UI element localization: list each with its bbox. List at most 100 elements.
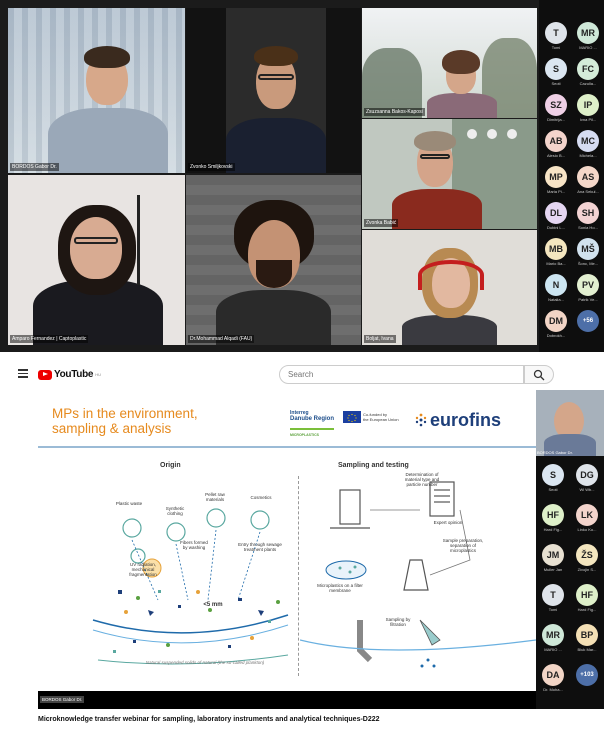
participant-item[interactable]: IP Ivna Pil... [572, 94, 604, 128]
danube-logo: Interreg Danube Region MICROPLASTICS [290, 410, 335, 437]
bottom-speaker-label: BORDOS Gabor Dr. [40, 696, 85, 703]
participant-item[interactable]: JM Muller Jan [537, 544, 569, 578]
video-tile[interactable]: Boljat, Ivana [362, 230, 537, 345]
participant-item[interactable]: +56 [572, 310, 604, 344]
video-tile[interactable]: Zvonko Smiljkovski [186, 8, 361, 173]
participant-avatar: JM [542, 544, 564, 566]
youtube-play-icon [38, 369, 52, 380]
participant-item[interactable]: HF Hard Fig... [537, 504, 569, 538]
label-fibers: Fibers formed by washing [180, 540, 208, 550]
label-plastic-waste: Plastic waste [115, 501, 143, 506]
participant-avatar: MB [545, 238, 567, 260]
participant-item[interactable]: N Natalia... [540, 274, 572, 308]
participant-name: Tomi [548, 607, 558, 612]
participant-name: Wi Wb... [579, 487, 595, 492]
participant-item[interactable]: AS Ana Sekul... [572, 166, 604, 200]
eu-flag-icon [343, 411, 361, 423]
participant-name: Tomi [551, 45, 561, 50]
participant-name: Muller Jan [543, 567, 563, 572]
participant-name: Dr.Mohammad Alqadi (FAU) [188, 335, 255, 343]
participant-item[interactable]: PV Patrik Ve... [572, 274, 604, 308]
participant-avatar: T [542, 584, 564, 606]
menu-icon[interactable] [18, 369, 28, 380]
participant-avatar: N [545, 274, 567, 296]
participant-name: Amparo Fernandez | Captoplastic [10, 335, 89, 343]
participant-name: Michela... [579, 153, 597, 158]
search-input[interactable] [279, 365, 524, 384]
label-water-note: Natural suspended solids of natural (the… [145, 660, 265, 665]
participant-item[interactable]: DG Wi Wb... [571, 464, 603, 498]
participant-item[interactable]: ŽS Zivojin S... [571, 544, 603, 578]
participant-avatar: +56 [577, 310, 599, 332]
presenter-name: BORDOS Gabor Dr. [537, 450, 573, 455]
participant-name: Patrik Ve... [578, 297, 598, 302]
participant-item[interactable]: MR MARIO ... [572, 22, 604, 56]
participant-avatar: PV [577, 274, 599, 296]
participant-item[interactable]: S Seoti [537, 464, 569, 498]
participant-avatar: +103 [576, 664, 598, 686]
participant-name: Dobrokh... [546, 333, 566, 338]
participants-panel: T Tomi MR MARIO ... S Seoti FC Cazulla... SZ Dimi… [539, 0, 604, 352]
participant-name: Hard Fig... [543, 527, 563, 532]
participant-avatar: ŽS [576, 544, 598, 566]
video-player[interactable]: MPs in the environment, sampling & analy… [38, 390, 604, 709]
participant-avatar: MR [542, 624, 564, 646]
participant-name: Mario Ba... [546, 261, 566, 266]
participant-item[interactable]: SH Sonia Ho... [572, 202, 604, 236]
video-tile[interactable]: BORDOS Gabor Dr. [8, 8, 185, 173]
video-tile[interactable]: Zvonka Babić [362, 119, 537, 229]
participant-avatar: MŠ [577, 238, 599, 260]
participant-item[interactable]: SZ Dimitrija... [540, 94, 572, 128]
participant-name: Zvonko Smiljkovski [188, 163, 235, 171]
video-caption: Microknowledge transfer webinar for samp… [38, 716, 380, 723]
youtube-logo[interactable]: YouTube HU [38, 369, 101, 380]
meeting-view: BORDOS Gabor Dr. Zvonko Smiljkovski Zsuz… [0, 0, 604, 352]
participant-name: Boljat, Ivana [364, 335, 396, 343]
participant-avatar: IP [577, 94, 599, 116]
participant-avatar: S [542, 464, 564, 486]
participant-name: Dr. Moha... [543, 687, 563, 692]
presentation-slide: MPs in the environment, sampling & analy… [38, 390, 536, 691]
participant-name: Maria Pi... [546, 189, 565, 194]
participant-item[interactable]: MP Maria Pi... [540, 166, 572, 200]
participant-item[interactable]: +103 [571, 664, 603, 698]
participant-name: Zvonka Babić [364, 219, 399, 227]
participant-name: MARIO ... [544, 647, 562, 652]
participant-item[interactable]: S Seoti [540, 58, 572, 92]
region-code: HU [95, 372, 101, 377]
video-tile[interactable]: Dr.Mohammad Alqadi (FAU) [186, 175, 361, 345]
video-tile[interactable]: Amparo Fernandez | Captoplastic [8, 175, 185, 345]
participant-item[interactable]: DA Dr. Moha... [537, 664, 569, 698]
participant-item[interactable]: MB Mario Ba... [540, 238, 572, 272]
youtube-brand: YouTube [54, 369, 94, 380]
search-button[interactable] [524, 365, 554, 384]
participant-item[interactable]: T Tomi [537, 584, 569, 618]
participant-name: Natalia... [548, 297, 564, 302]
participant-item[interactable]: DM Dobrokh... [540, 310, 572, 344]
presenter-video: BORDOS Gabor Dr. [536, 390, 604, 456]
participant-item[interactable]: MŠ Šonc, Me... [572, 238, 604, 272]
participant-item[interactable]: HF Hard Fig... [571, 584, 603, 618]
participant-item[interactable]: MR MARIO ... [537, 624, 569, 658]
participant-avatar: DL [545, 202, 567, 224]
participant-avatar: FC [577, 58, 599, 80]
video-bottom-bar: BORDOS Gabor Dr. [38, 691, 536, 709]
video-participants-panel: BORDOS Gabor Dr. S Seoti DG Wi Wb... HF Hard … [536, 390, 604, 709]
participant-avatar: LK [576, 504, 598, 526]
label-pellet: Pellet raw materials [205, 492, 225, 502]
participant-name: Bluk Mar... [577, 647, 597, 652]
participant-item[interactable]: DL Dubini L... [540, 202, 572, 236]
participant-item[interactable]: T Tomi [540, 22, 572, 56]
video-tile[interactable]: Zsuzsanna Bakos-Kaposi [362, 8, 537, 118]
participant-item[interactable]: FC Cazulla... [572, 58, 604, 92]
participant-item[interactable]: BP Bluk Mar... [571, 624, 603, 658]
eurofins-logo-icon [415, 413, 427, 427]
participant-avatar: AB [545, 130, 567, 152]
origin-illustration [92, 508, 289, 665]
label-uv: UV radiation, mechanical fragmentation [129, 562, 157, 577]
participant-item[interactable]: MC Michela... [572, 130, 604, 164]
youtube-topbar: YouTube HU [0, 360, 604, 388]
participant-item[interactable]: LK Linko Ko... [571, 504, 603, 538]
participant-item[interactable]: AB Alesio B... [540, 130, 572, 164]
participant-avatar: MC [577, 130, 599, 152]
